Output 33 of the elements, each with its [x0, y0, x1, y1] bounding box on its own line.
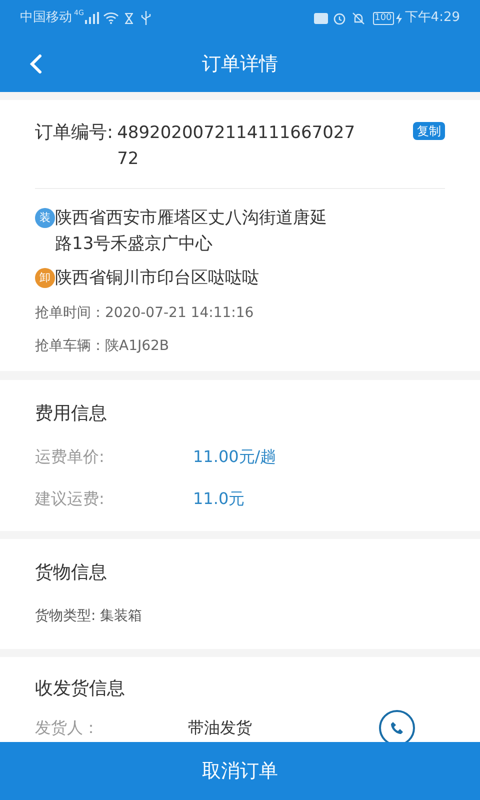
section-title: 收发货信息	[35, 677, 126, 701]
page-title: 订单详情	[202, 52, 278, 77]
grab-vehicle: 抢单车辆：陕A1J62B	[35, 337, 170, 356]
phone-icon	[390, 721, 404, 735]
hourglass-icon	[124, 12, 133, 24]
section-title: 货物信息	[35, 561, 108, 585]
cargo-type: 货物类型: 集装箱	[35, 607, 144, 626]
fee-value: 11.0元	[193, 488, 245, 510]
carrier-name: 中国移动	[20, 9, 72, 28]
alarm-icon	[332, 12, 346, 24]
grab-time: 抢单时间：2020-07-21 14:11:16	[35, 304, 255, 323]
copy-button[interactable]: 复制	[413, 122, 445, 140]
usb-icon	[140, 11, 151, 25]
fee-label: 运费单价:	[35, 446, 106, 468]
shipper-name: 带油发货	[188, 717, 252, 739]
cancel-order-button[interactable]: 取消订单	[0, 742, 480, 800]
fee-value: 11.00元/趟	[193, 446, 276, 468]
charging-icon	[396, 12, 402, 24]
section-title: 费用信息	[35, 402, 108, 426]
stop-badge: 卸	[35, 268, 55, 288]
stop-address: 陕西省铜川市印台区哒哒哒	[55, 267, 260, 290]
stop-address: 陕西省西安市雁塔区丈八沟街道唐延路13号禾盛京广中心	[55, 207, 328, 256]
signal-icon	[84, 12, 99, 24]
battery-indicator: 100	[372, 12, 394, 24]
fee-label: 建议运费:	[35, 488, 106, 510]
wifi-icon	[102, 12, 119, 24]
back-icon	[30, 54, 42, 74]
shipper-label: 发货人：	[35, 717, 100, 739]
order-number-label: 订单编号:	[35, 121, 114, 145]
order-number: 489202007211411166702772	[117, 122, 356, 171]
mute-bell-icon	[352, 12, 365, 24]
clock-time: 下午4:29	[404, 9, 460, 28]
stop-badge: 装	[35, 208, 55, 228]
